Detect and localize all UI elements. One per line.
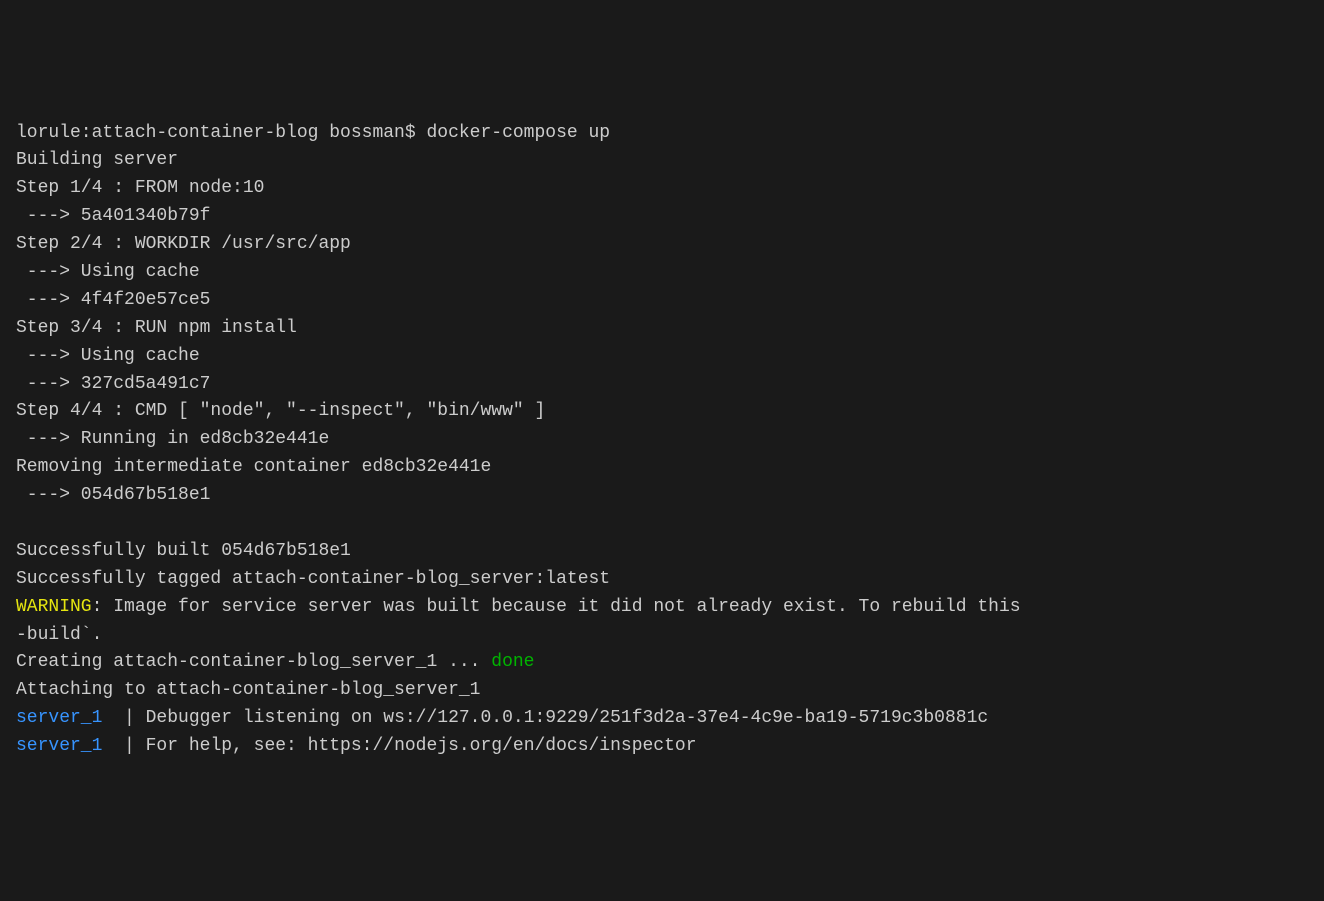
shell-prompt: lorule:attach-container-blog bossman$ [16, 123, 426, 143]
output-line: ---> 5a401340b79f [16, 206, 210, 226]
warning-text: : Image for service server was built bec… [92, 597, 1021, 617]
output-line: ---> Using cache [16, 262, 200, 282]
output-line: Creating attach-container-blog_server_1 … [16, 652, 491, 672]
status-done: done [491, 652, 534, 672]
output-line: Removing intermediate container ed8cb32e… [16, 457, 491, 477]
output-line: Successfully built 054d67b518e1 [16, 541, 351, 561]
output-line: -build`. [16, 625, 102, 645]
output-line: Step 3/4 : RUN npm install [16, 318, 297, 338]
help-line: | For help, see: https://nodejs.org/en/d… [102, 736, 696, 756]
output-line: ---> 054d67b518e1 [16, 485, 210, 505]
output-line: ---> Using cache [16, 346, 200, 366]
output-line: Building server [16, 150, 178, 170]
output-line: ---> Running in ed8cb32e441e [16, 429, 329, 449]
output-line: Attaching to attach-container-blog_serve… [16, 680, 480, 700]
output-line: Step 2/4 : WORKDIR /usr/src/app [16, 234, 351, 254]
output-line: ---> 327cd5a491c7 [16, 374, 210, 394]
warning-label: WARNING [16, 597, 92, 617]
command-entered: docker-compose up [426, 123, 610, 143]
output-line: Step 4/4 : CMD [ "node", "--inspect", "b… [16, 401, 545, 421]
service-prefix: server_1 [16, 708, 102, 728]
output-line: ---> 4f4f20e57ce5 [16, 290, 210, 310]
output-line: Step 1/4 : FROM node:10 [16, 178, 264, 198]
service-prefix: server_1 [16, 736, 102, 756]
terminal-output[interactable]: lorule:attach-container-blog bossman$ do… [16, 120, 1308, 761]
output-line: Successfully tagged attach-container-blo… [16, 569, 610, 589]
debugger-line: | Debugger listening on ws://127.0.0.1:9… [102, 708, 988, 728]
